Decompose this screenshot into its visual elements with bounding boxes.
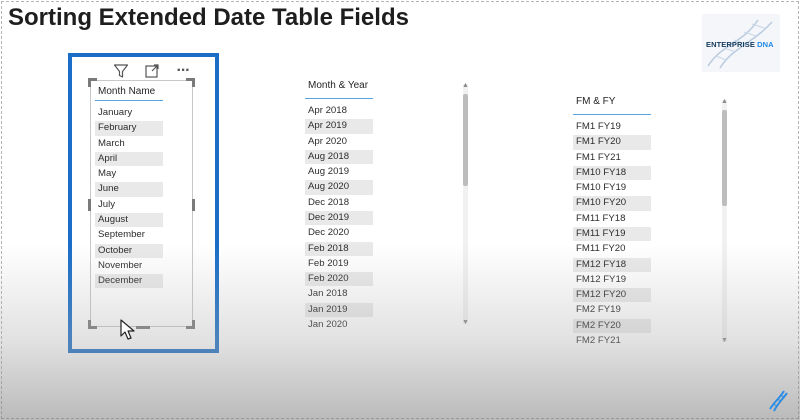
slicer-item[interactable]: FM2 FY19 bbox=[573, 303, 651, 317]
page-title: Sorting Extended Date Table Fields bbox=[8, 4, 409, 31]
slicer-item[interactable]: Apr 2018 bbox=[305, 104, 373, 118]
resize-handle-bottom-right-vertical[interactable] bbox=[192, 320, 195, 329]
scrollbar-fm-fy[interactable]: ▲ ▼ bbox=[720, 98, 729, 344]
slicer-item[interactable]: FM12 FY20 bbox=[573, 288, 651, 303]
slicer-item[interactable]: Aug 2019 bbox=[305, 165, 373, 179]
slicer-item[interactable]: FM12 FY18 bbox=[573, 257, 651, 272]
slicer-list: FM1 FY19 FM1 FY20 FM1 FY21 FM10 FY18 FM1… bbox=[573, 120, 651, 348]
slicer-item[interactable]: June bbox=[95, 182, 163, 197]
slicer-item[interactable]: FM2 FY21 bbox=[573, 334, 651, 348]
slicer-item[interactable]: Apr 2019 bbox=[305, 119, 373, 134]
slicer-item[interactable]: April bbox=[95, 151, 163, 167]
slicer-item[interactable]: FM1 FY21 bbox=[573, 151, 651, 165]
slicer-header: FM & FY bbox=[573, 96, 651, 115]
logo-text-accent: DNA bbox=[757, 40, 774, 49]
slicer-item[interactable]: Feb 2019 bbox=[305, 257, 373, 271]
scroll-up-icon[interactable]: ▲ bbox=[461, 82, 470, 89]
focus-mode-icon[interactable] bbox=[143, 62, 161, 80]
scrollbar-month-year[interactable]: ▲ ▼ bbox=[461, 82, 470, 326]
slicer-item[interactable]: Dec 2018 bbox=[305, 196, 373, 210]
slicer-item[interactable]: FM2 FY20 bbox=[573, 318, 651, 334]
slicer-item[interactable]: FM11 FY18 bbox=[573, 212, 651, 226]
slicer-item[interactable]: December bbox=[95, 274, 163, 289]
scroll-down-icon[interactable]: ▼ bbox=[461, 319, 470, 326]
slicer-item[interactable]: September bbox=[95, 228, 163, 242]
slicer-list: Apr 2018 Apr 2019 Apr 2020 Aug 2018 Aug … bbox=[305, 104, 373, 332]
scroll-thumb[interactable] bbox=[463, 94, 468, 186]
slicer-month-year[interactable]: Month & Year Apr 2018 Apr 2019 Apr 2020 … bbox=[305, 80, 373, 333]
slicer-item[interactable]: Dec 2019 bbox=[305, 210, 373, 226]
resize-handle-top-right-vertical[interactable] bbox=[192, 78, 195, 87]
slicer-item[interactable]: Feb 2020 bbox=[305, 272, 373, 287]
slicer-item[interactable]: October bbox=[95, 243, 163, 258]
slicer-fm-fy[interactable]: FM & FY FM1 FY19 FM1 FY20 FM1 FY21 FM10 … bbox=[573, 96, 651, 349]
scroll-thumb[interactable] bbox=[722, 110, 727, 206]
slicer-item[interactable]: May bbox=[95, 167, 163, 181]
logo-text-main: ENTERPRISE bbox=[706, 40, 755, 49]
slicer-item[interactable]: Dec 2020 bbox=[305, 226, 373, 240]
slicer-item[interactable]: FM1 FY20 bbox=[573, 135, 651, 150]
resize-handle-left[interactable] bbox=[88, 199, 91, 211]
slicer-item[interactable]: Feb 2018 bbox=[305, 241, 373, 256]
resize-handle-top-left-vertical[interactable] bbox=[88, 78, 91, 87]
slicer-item[interactable]: November bbox=[95, 259, 163, 273]
mouse-cursor-icon bbox=[120, 319, 135, 340]
scroll-down-icon[interactable]: ▼ bbox=[720, 337, 729, 344]
slicer-item[interactable]: Aug 2020 bbox=[305, 180, 373, 195]
slicer-item[interactable]: Jan 2020 bbox=[305, 318, 373, 332]
slicer-item[interactable]: FM12 FY19 bbox=[573, 273, 651, 287]
slicer-item[interactable]: February bbox=[95, 121, 163, 136]
resize-handle-right[interactable] bbox=[192, 199, 195, 211]
slicer-item[interactable]: July bbox=[95, 198, 163, 212]
logo-wordmark: ENTERPRISE DNA bbox=[706, 40, 774, 49]
slicer-item[interactable]: FM11 FY20 bbox=[573, 242, 651, 256]
enterprise-dna-mini-logo-icon bbox=[769, 390, 788, 412]
visual-header: ··· bbox=[112, 61, 194, 81]
slicer-item[interactable]: FM10 FY19 bbox=[573, 181, 651, 195]
resize-handle-bottom[interactable] bbox=[136, 326, 150, 329]
slicer-item[interactable]: Jan 2019 bbox=[305, 302, 373, 318]
slicer-item[interactable]: Jan 2018 bbox=[305, 287, 373, 301]
slicer-item[interactable]: March bbox=[95, 137, 163, 151]
slicer-header: Month Name bbox=[95, 86, 163, 101]
enterprise-dna-logo: ENTERPRISE DNA bbox=[702, 14, 780, 72]
slicer-item[interactable]: FM1 FY19 bbox=[573, 120, 651, 134]
filter-icon[interactable] bbox=[112, 62, 130, 80]
slicer-month-name[interactable]: Month Name January February March April … bbox=[95, 86, 163, 289]
resize-handle-bottom-left-vertical[interactable] bbox=[88, 320, 91, 329]
slicer-item[interactable]: August bbox=[95, 212, 163, 228]
slicer-item[interactable]: Aug 2018 bbox=[305, 149, 373, 165]
slicer-item[interactable]: Apr 2020 bbox=[305, 135, 373, 149]
slicer-item[interactable]: FM10 FY18 bbox=[573, 165, 651, 181]
slicer-list: January February March April May June Ju… bbox=[95, 106, 163, 289]
slicer-item[interactable]: FM11 FY19 bbox=[573, 226, 651, 242]
slicer-item[interactable]: January bbox=[95, 106, 163, 120]
slicer-item[interactable]: FM10 FY20 bbox=[573, 196, 651, 211]
scroll-up-icon[interactable]: ▲ bbox=[720, 98, 729, 105]
slicer-header: Month & Year bbox=[305, 80, 373, 99]
